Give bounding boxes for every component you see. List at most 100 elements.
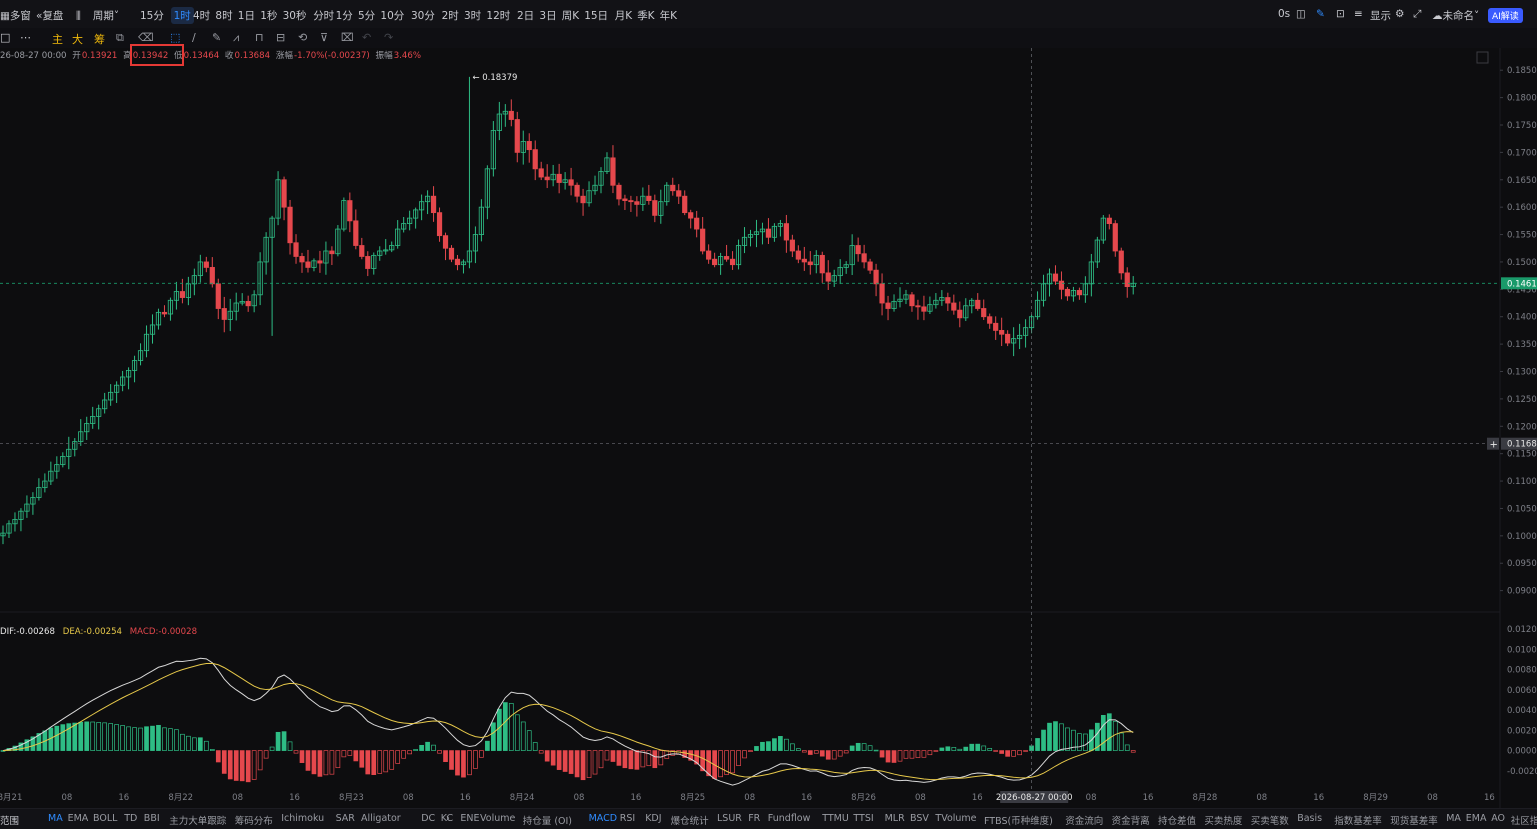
indicator-item[interactable]: 买卖热度 (1204, 813, 1242, 827)
lock-icon[interactable]: ⊓ (255, 31, 264, 44)
indicator-item[interactable]: TTSI (853, 813, 873, 824)
indicator-item[interactable]: Fundflow (768, 813, 811, 824)
interval-tab[interactable]: 4时 (193, 8, 210, 23)
indicator-item[interactable]: 资金背离 (1112, 813, 1150, 827)
interval-tab[interactable]: 12时 (486, 8, 510, 23)
interval-tab[interactable]: 年K (660, 8, 677, 23)
more-icon[interactable]: ⋯ (20, 31, 31, 44)
macd-bar (538, 750, 544, 754)
interval-tab[interactable]: 分时 (313, 8, 334, 23)
interval-tab[interactable]: 3时 (464, 8, 481, 23)
indicator-item[interactable]: TTMU (822, 813, 849, 824)
interval-tab[interactable]: 30秒 (283, 8, 307, 23)
time-tick-label: 08 (744, 793, 755, 803)
indicator-item[interactable]: MLR (885, 813, 905, 824)
indicator-item[interactable]: EMA (1466, 813, 1487, 824)
big-order-toggle[interactable]: 大 (72, 31, 83, 47)
indicator-item[interactable]: FR (748, 813, 760, 824)
line-tool-icon[interactable]: ∕ (192, 31, 196, 44)
indicator-item[interactable]: 持仓差值 (1158, 813, 1196, 827)
indicator-item[interactable]: DC (421, 813, 435, 824)
interval-tab[interactable]: 8时 (215, 8, 232, 23)
square-icon[interactable]: □ (0, 31, 10, 44)
interval-tab[interactable]: 1时 (170, 7, 194, 24)
indicator-item[interactable]: Alligator (361, 813, 401, 824)
macd-bar (1017, 750, 1022, 756)
compare-icon[interactable]: ⧉ (116, 31, 124, 45)
indicator-item[interactable]: Basis (1297, 813, 1322, 824)
indicator-item[interactable]: EMA (68, 813, 89, 824)
interval-tab[interactable]: 15分 (140, 8, 164, 23)
ai-analysis-button[interactable]: AI解读 (1488, 8, 1523, 23)
indicator-item[interactable]: 资金流向 (1065, 813, 1103, 827)
macd-bar (801, 750, 807, 753)
filter-icon[interactable]: ⊽ (320, 31, 328, 44)
note-icon[interactable]: ⊟ (276, 31, 285, 44)
restore-button[interactable]: «复盘 (36, 8, 63, 23)
camera-icon[interactable]: ◫ (1296, 8, 1306, 20)
indicator-item[interactable]: ENE (460, 813, 479, 824)
indicator-item[interactable]: KDJ (645, 813, 661, 824)
interval-tab[interactable]: 30分 (411, 8, 435, 23)
indicator-item[interactable]: 指数基差率 (1334, 813, 1382, 827)
indicator-item[interactable]: BSV (910, 813, 929, 824)
indicator-item[interactable]: 现货基差率 (1390, 813, 1438, 827)
pen-icon[interactable]: ✎ (1316, 8, 1325, 20)
interval-tab[interactable]: 1分 (336, 8, 353, 23)
undo-icon[interactable]: ↶ (362, 31, 371, 44)
interval-tab[interactable]: 5分 (358, 8, 375, 23)
fullscreen-icon[interactable]: ⤢ (1413, 8, 1421, 21)
pattern-icon[interactable]: ⩘ (233, 31, 239, 45)
chevron-right-icon[interactable]: › (446, 813, 450, 824)
top-toolbar: ▦多窗 «复盘 ⫼ 周期˅ 15分 1时 4时 8时 1日 1秒 30秒 分时 1分 5分 10分 30… (0, 0, 1537, 29)
settings-icon[interactable]: ≡ (1354, 8, 1363, 20)
indicator-item[interactable]: 持仓量 (OI) (523, 813, 572, 827)
display-button[interactable]: 显示 (1370, 8, 1391, 23)
main-indicator-toggle[interactable]: 主 (52, 31, 63, 47)
indicator-item[interactable]: 筹码分布 (235, 813, 273, 827)
interval-tab[interactable]: 周K (562, 8, 579, 23)
main-chart[interactable]: 0.18500 0.18000 0.17500 0.17000 0.16500 0.160… (0, 0, 1537, 828)
interval-tab[interactable]: 3日 (539, 8, 556, 23)
period-button[interactable]: ⫼ 周期˅ (76, 8, 119, 23)
eraser-icon[interactable]: ⌫ (138, 31, 154, 44)
trash-icon[interactable]: ⌧ (341, 31, 354, 44)
redo-icon[interactable]: ↷ (384, 31, 393, 44)
indicator-item[interactable]: MA (1446, 813, 1461, 824)
indicator-item[interactable]: AO (1491, 813, 1505, 824)
template-select[interactable]: ☁未命名˅ (1432, 8, 1479, 23)
indicator-item[interactable]: BOLL (93, 813, 117, 824)
indicator-item[interactable]: LSUR (717, 813, 742, 824)
indicator-item[interactable]: 买卖笔数 (1251, 813, 1289, 827)
indicator-item[interactable]: MA (48, 813, 63, 824)
macd-bar (1047, 722, 1052, 751)
cursor-icon[interactable]: ⬚ (170, 31, 180, 44)
indicator-item[interactable]: Volume (480, 813, 515, 824)
interval-tab[interactable]: 2日 (517, 8, 534, 23)
indicator-item[interactable]: Ichimoku (281, 813, 324, 824)
indicator-item[interactable]: BBI (144, 813, 160, 824)
indicator-item[interactable]: 社区指标 (1511, 813, 1537, 827)
range-button[interactable]: 范围 (0, 813, 19, 827)
indicator-item[interactable]: TD (124, 813, 137, 824)
indicator-item[interactable]: 主力大单跟踪 (169, 813, 226, 827)
indicator-item[interactable]: MACD (589, 813, 617, 824)
multi-window-button[interactable]: ▦多窗 (0, 8, 31, 23)
interval-tab[interactable]: 月K (615, 8, 632, 23)
layout-icon[interactable]: ⊡ (1336, 8, 1345, 20)
interval-tab[interactable]: 1秒 (260, 8, 277, 23)
indicator-item[interactable]: TVolume (935, 813, 976, 824)
interval-tab[interactable]: 1日 (238, 8, 255, 23)
indicator-item[interactable]: FTBS(币种维度) (984, 813, 1053, 827)
indicator-item[interactable]: 爆仓统计 (671, 813, 709, 827)
indicator-item[interactable]: RSI (620, 813, 635, 824)
chip-toggle[interactable]: 筹 (94, 31, 105, 47)
gear-icon[interactable]: ⚙ (1395, 8, 1404, 20)
interval-tab[interactable]: 10分 (380, 8, 404, 23)
indicator-item[interactable]: SAR (336, 813, 355, 824)
interval-tab[interactable]: 季K (637, 8, 654, 23)
interval-tab[interactable]: 2时 (442, 8, 459, 23)
brush-icon[interactable]: ✎ (212, 31, 221, 44)
interval-tab[interactable]: 15日 (584, 8, 608, 23)
magnet-icon[interactable]: ⟲ (298, 31, 307, 44)
